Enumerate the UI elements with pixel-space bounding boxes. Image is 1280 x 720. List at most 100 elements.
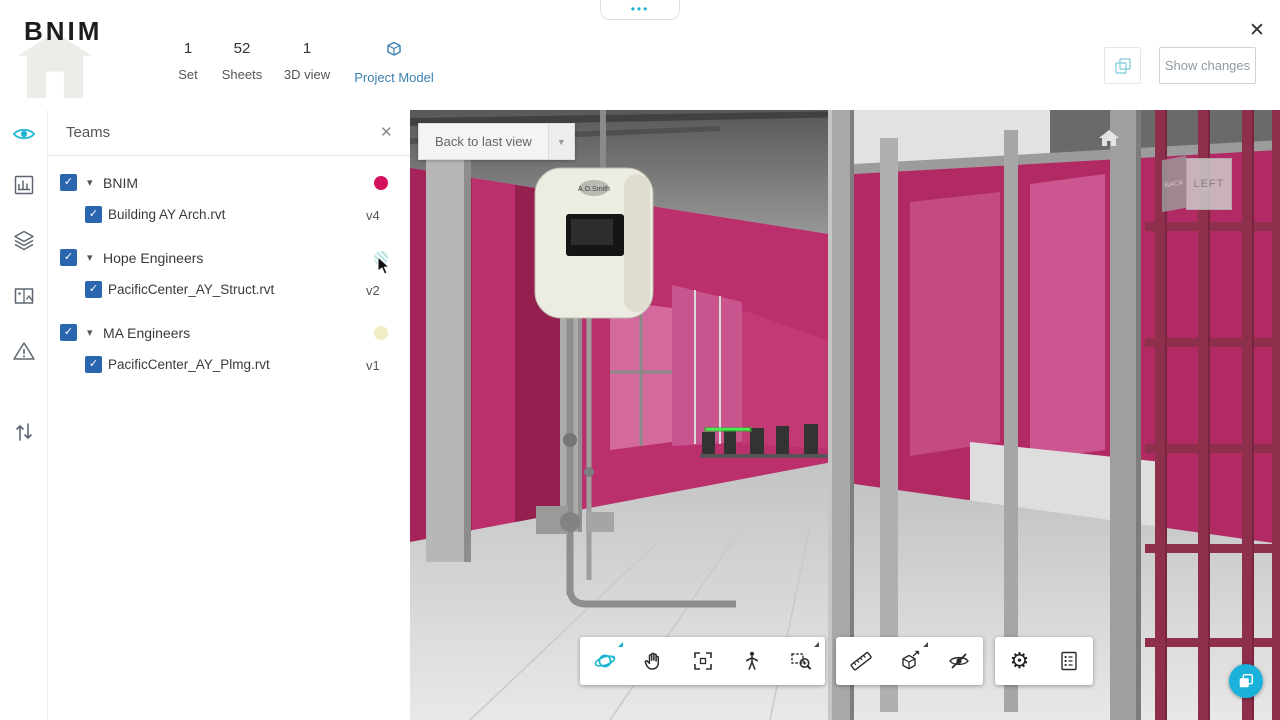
file-row: ✓ PacificCenter_AY_Struct.rvt v2 bbox=[48, 275, 410, 305]
compare-changes-button[interactable] bbox=[1104, 47, 1141, 84]
stat-set-label: Set bbox=[178, 67, 198, 82]
window-close-icon[interactable]: ✕ bbox=[1249, 19, 1265, 42]
caret-down-icon[interactable]: ▾ bbox=[87, 326, 93, 339]
flyout-arrow-icon bbox=[618, 642, 623, 647]
stat-sheets[interactable]: 52 Sheets bbox=[214, 40, 270, 82]
file-name[interactable]: PacificCenter_AY_Struct.rvt bbox=[108, 282, 274, 297]
model-render[interactable]: A.O.Smith bbox=[410, 110, 1280, 720]
first-person-tool-button[interactable] bbox=[727, 637, 776, 685]
stat-set-value: 1 bbox=[183, 40, 193, 57]
eye-icon[interactable] bbox=[12, 122, 36, 146]
measure-tool-button[interactable] bbox=[836, 637, 885, 685]
file-version: v1 bbox=[366, 358, 380, 373]
flyout-arrow-icon bbox=[814, 642, 819, 647]
stat-sheets-value: 52 bbox=[233, 40, 251, 57]
orbit-icon bbox=[594, 654, 615, 668]
hide-icon bbox=[948, 653, 969, 669]
fit-view-icon bbox=[693, 652, 712, 670]
chat-layers-icon bbox=[1239, 673, 1254, 688]
project-model-cube-icon bbox=[387, 41, 401, 56]
pan-hand-icon bbox=[644, 652, 659, 670]
orbit-tool-button[interactable] bbox=[580, 637, 629, 685]
teams-panel: Teams ✕ ✓ ▾ BNIM ✓ Building AY Arch.rvt … bbox=[48, 110, 410, 720]
back-to-last-view-label[interactable]: Back to last view bbox=[418, 123, 549, 160]
hide-tool-button[interactable] bbox=[934, 637, 983, 685]
model-browser-icon bbox=[1060, 651, 1077, 671]
team-row-hope-engineers: ✓ ▾ Hope Engineers bbox=[48, 243, 410, 273]
warning-icon[interactable] bbox=[12, 339, 36, 363]
team-checkbox[interactable]: ✓ bbox=[60, 249, 77, 266]
menu-dots: ••• bbox=[630, 2, 650, 16]
team-row-ma-engineers: ✓ ▾ MA Engineers bbox=[48, 318, 410, 348]
stat-3d-view[interactable]: 1 3D view bbox=[277, 40, 337, 82]
viewcube-face-left[interactable]: LEFT bbox=[1186, 158, 1232, 210]
team-checkbox[interactable]: ✓ bbox=[60, 324, 77, 341]
stat-3d-view-value: 1 bbox=[302, 40, 312, 57]
file-version: v4 bbox=[366, 208, 380, 223]
fit-view-tool-button[interactable] bbox=[678, 637, 727, 685]
teams-panel-title: Teams bbox=[66, 124, 111, 141]
section-laser-line bbox=[706, 428, 750, 431]
stat-set[interactable]: 1 Set bbox=[168, 40, 208, 82]
tab-project-model[interactable]: Project Model bbox=[348, 38, 440, 85]
measure-icon bbox=[850, 651, 872, 671]
water-heater: A.O.Smith bbox=[534, 167, 654, 319]
team-row-bnim: ✓ ▾ BNIM bbox=[48, 168, 410, 198]
explode-tool-button[interactable] bbox=[885, 637, 934, 685]
dropdown-caret-icon[interactable]: ▼ bbox=[548, 123, 575, 160]
layers-icon[interactable] bbox=[12, 228, 36, 252]
file-checkbox[interactable]: ✓ bbox=[85, 281, 102, 298]
app-window: BNIM 1 Set 52 Sheets 1 3D view Project M… bbox=[0, 0, 1280, 720]
settings-button[interactable]: ⚙ bbox=[995, 637, 1044, 685]
team-color-dot[interactable] bbox=[374, 251, 388, 265]
left-toolbar bbox=[0, 110, 48, 720]
panel-divider bbox=[48, 155, 410, 156]
back-to-last-view-button[interactable]: Back to last view ▼ bbox=[418, 123, 575, 160]
file-row: ✓ PacificCenter_AY_Plmg.rvt v1 bbox=[48, 350, 410, 380]
caret-down-icon[interactable]: ▾ bbox=[87, 176, 93, 189]
first-person-icon bbox=[745, 651, 758, 670]
model-browser-button[interactable] bbox=[1044, 637, 1093, 685]
file-version: v2 bbox=[366, 283, 380, 298]
zoom-window-tool-button[interactable] bbox=[776, 637, 825, 685]
chat-button[interactable] bbox=[1229, 664, 1263, 698]
chart-icon[interactable] bbox=[12, 173, 36, 197]
file-checkbox[interactable]: ✓ bbox=[85, 206, 102, 223]
viewcube[interactable]: BACK LEFT bbox=[1162, 155, 1232, 213]
stat-3d-view-label: 3D view bbox=[283, 67, 331, 82]
stat-sheets-label: Sheets bbox=[221, 67, 263, 82]
show-changes-button[interactable]: Show changes bbox=[1159, 47, 1256, 84]
toolbar-group-settings: ⚙ bbox=[995, 637, 1093, 685]
toolbar-group-tools bbox=[836, 637, 983, 685]
home-icon bbox=[1099, 130, 1119, 146]
team-color-dot[interactable] bbox=[374, 176, 388, 190]
teams-close-icon[interactable]: ✕ bbox=[380, 123, 393, 141]
flyout-arrow-icon bbox=[923, 642, 928, 647]
explode-icon bbox=[901, 650, 919, 670]
team-name[interactable]: BNIM bbox=[103, 175, 138, 191]
project-model-label: Project Model bbox=[354, 70, 434, 85]
team-name[interactable]: Hope Engineers bbox=[103, 250, 203, 266]
team-color-dot[interactable] bbox=[374, 326, 388, 340]
toolbar-group-navigate bbox=[580, 637, 825, 685]
heater-brand-label: A.O.Smith bbox=[578, 186, 610, 193]
team-name[interactable]: MA Engineers bbox=[103, 325, 190, 341]
compare-arrows-icon[interactable] bbox=[12, 420, 36, 444]
file-name[interactable]: PacificCenter_AY_Plmg.rvt bbox=[108, 357, 270, 372]
file-name[interactable]: Building AY Arch.rvt bbox=[108, 207, 225, 222]
home-view-button[interactable] bbox=[1098, 128, 1120, 153]
media-icon[interactable] bbox=[12, 284, 36, 308]
caret-down-icon[interactable]: ▾ bbox=[87, 251, 93, 264]
file-checkbox[interactable]: ✓ bbox=[85, 356, 102, 373]
viewcube-face-back[interactable]: BACK bbox=[1162, 155, 1186, 213]
zoom-window-icon bbox=[790, 653, 811, 670]
compare-changes-icon bbox=[1114, 57, 1131, 74]
viewport-3d[interactable]: A.O.Smith Back to last view ▼ BACK LEFT … bbox=[410, 110, 1280, 720]
file-row: ✓ Building AY Arch.rvt v4 bbox=[48, 200, 410, 230]
app-logo: BNIM bbox=[24, 16, 103, 46]
top-menu-notch[interactable]: ••• bbox=[600, 0, 680, 20]
settings-gear-icon: ⚙ bbox=[1009, 648, 1030, 673]
pan-tool-button[interactable] bbox=[629, 637, 678, 685]
header: BNIM 1 Set 52 Sheets 1 3D view Project M… bbox=[0, 0, 1280, 110]
team-checkbox[interactable]: ✓ bbox=[60, 174, 77, 191]
